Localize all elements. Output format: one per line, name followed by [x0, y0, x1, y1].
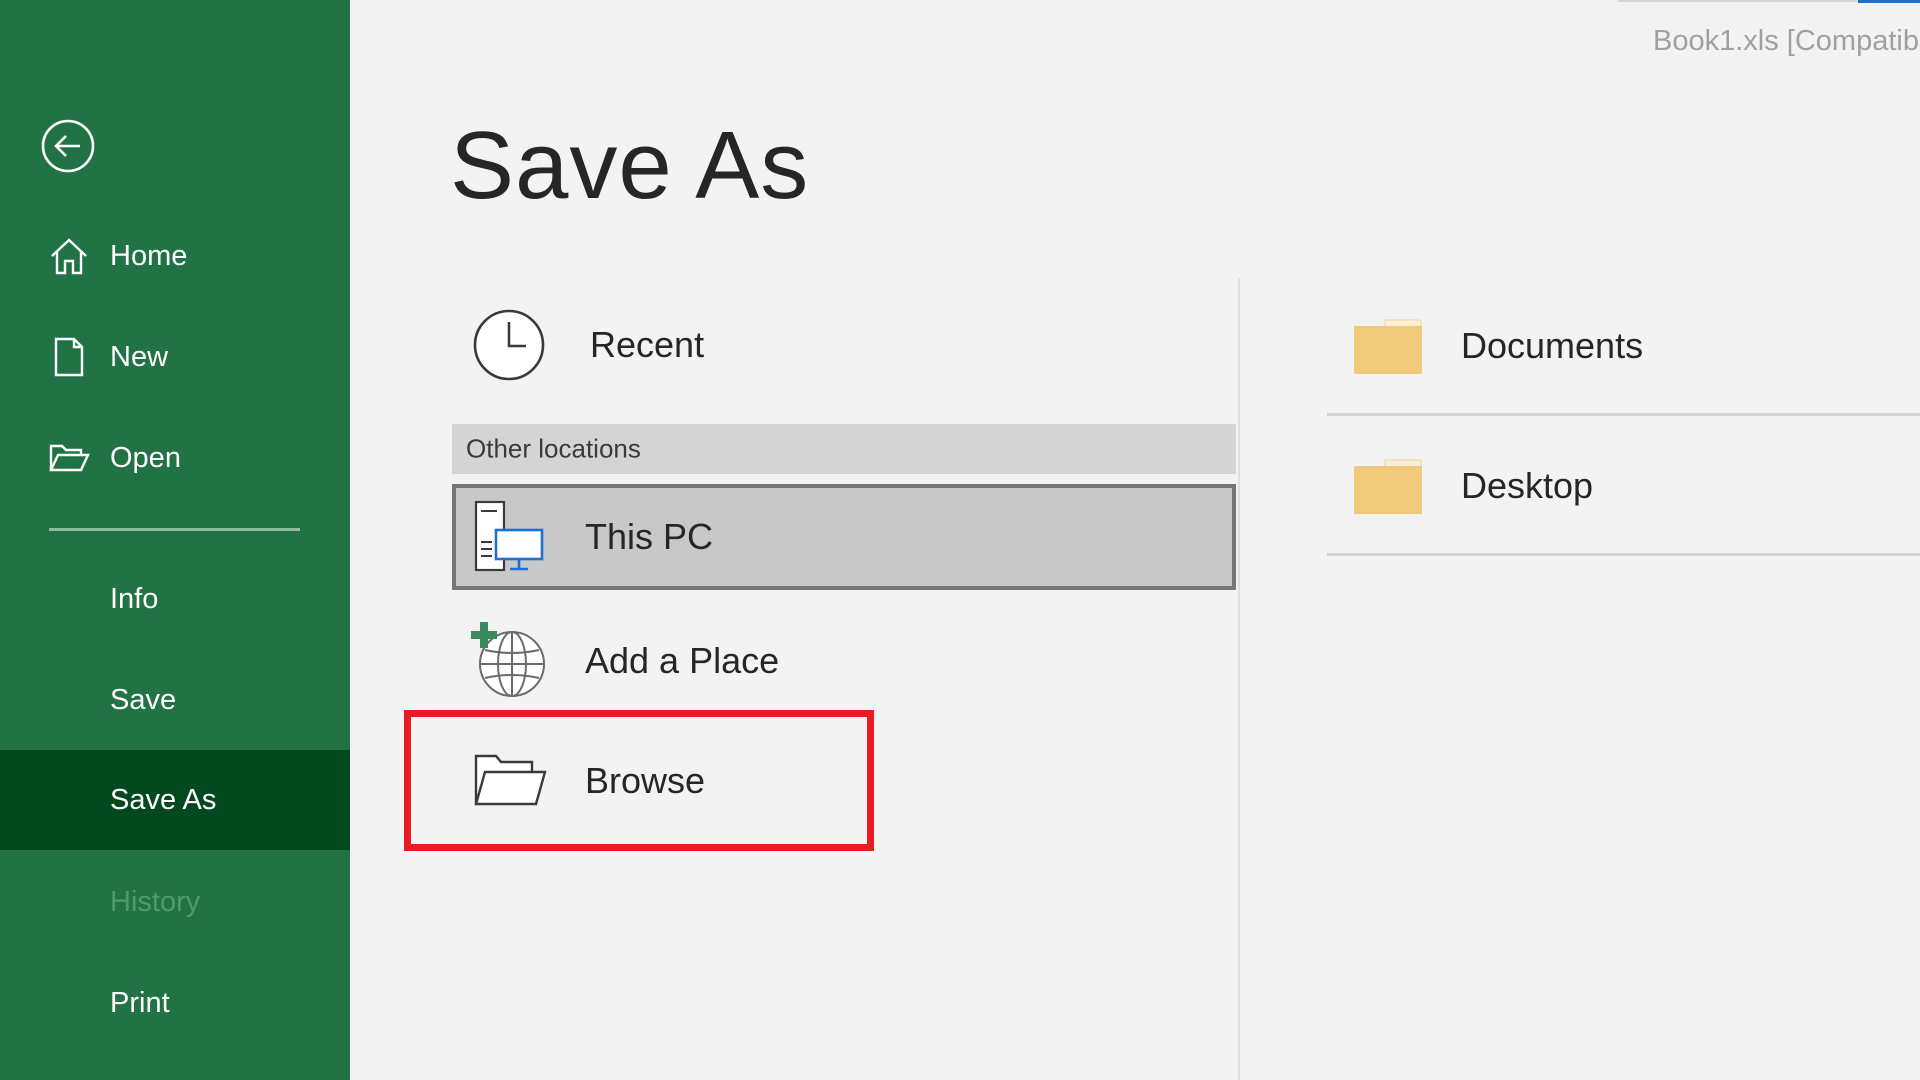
open-folder-icon	[48, 437, 90, 479]
nav-open[interactable]: Open	[0, 408, 350, 508]
location-recent-label: Recent	[590, 324, 705, 365]
page-title: Save As	[450, 112, 810, 219]
nav-home-label: Home	[110, 240, 188, 272]
globe-add-icon	[470, 622, 548, 700]
other-locations-label: Other locations	[466, 433, 641, 464]
location-add-a-place[interactable]: Add a Place	[452, 608, 1236, 714]
nav-save-as[interactable]: Save As	[0, 750, 350, 850]
nav-print[interactable]: Print	[0, 953, 350, 1053]
folder-desktop[interactable]: Desktop	[1327, 416, 1920, 556]
back-arrow-icon	[41, 119, 95, 173]
folder-documents-label: Documents	[1461, 325, 1644, 366]
nav-history[interactable]: History	[0, 852, 350, 952]
location-browse-label: Browse	[585, 760, 706, 801]
nav-save-as-label: Save As	[110, 784, 217, 816]
nav-info-label: Info	[110, 583, 159, 615]
nav-print-label: Print	[110, 987, 170, 1019]
nav-new[interactable]: New	[0, 307, 350, 407]
back-button[interactable]	[40, 118, 96, 174]
location-recent[interactable]: Recent	[452, 292, 1236, 398]
nav-open-label: Open	[110, 442, 181, 474]
folder-desktop-label: Desktop	[1461, 465, 1594, 506]
clock-icon	[470, 306, 548, 384]
folder-documents[interactable]: Documents	[1327, 276, 1920, 416]
other-locations-header: Other locations	[452, 424, 1236, 474]
title-bar-line	[1618, 0, 1858, 2]
nav-history-label: History	[110, 886, 201, 918]
nav-save-label: Save	[110, 684, 177, 716]
computer-icon	[470, 498, 548, 576]
location-browse[interactable]: Browse	[452, 728, 1236, 834]
nav-home[interactable]: Home	[0, 206, 350, 306]
new-document-icon	[48, 336, 90, 378]
location-this-pc-label: This PC	[585, 516, 714, 557]
document-title: Book1.xls [Compatibility Mode]	[1653, 25, 1920, 57]
folder-separator	[1327, 553, 1920, 556]
location-this-pc[interactable]: This PC	[452, 484, 1236, 590]
nav-save[interactable]: Save	[0, 650, 350, 750]
folder-icon	[1353, 456, 1423, 516]
nav-new-label: New	[110, 341, 169, 373]
title-bar-accent	[1858, 0, 1920, 3]
home-icon	[48, 235, 90, 277]
folder-icon	[1353, 316, 1423, 376]
location-add-a-place-label: Add a Place	[585, 640, 780, 681]
backstage-view: Home New Open Info Save Save As History …	[0, 0, 1920, 1080]
column-divider	[1238, 278, 1240, 1080]
sidebar-divider	[49, 528, 300, 531]
nav-info[interactable]: Info	[0, 549, 350, 649]
backstage-sidebar: Home New Open Info Save Save As History …	[0, 0, 350, 1080]
browse-folder-icon	[470, 742, 548, 820]
